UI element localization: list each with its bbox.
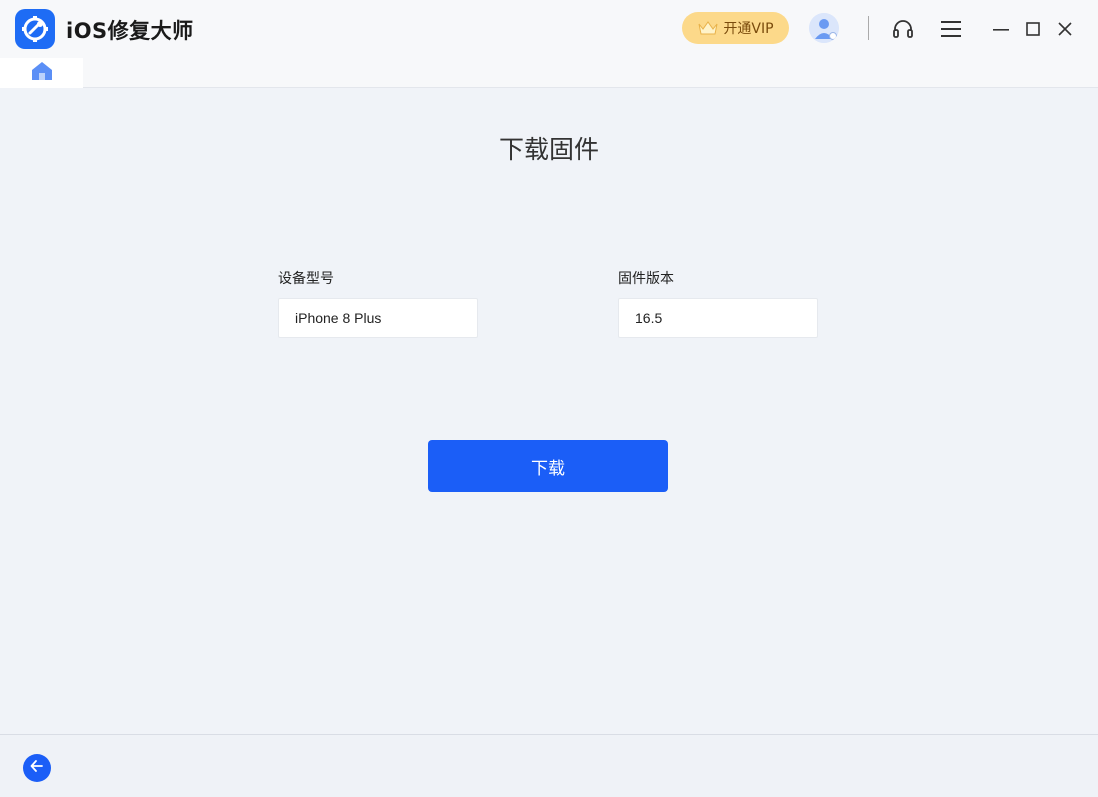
headset-icon[interactable] bbox=[890, 16, 916, 42]
firmware-version-field[interactable]: 16.5 bbox=[618, 298, 818, 338]
footer-bar bbox=[0, 734, 1098, 797]
tab-strip bbox=[0, 58, 1098, 88]
open-vip-button[interactable]: 开通VIP bbox=[682, 12, 789, 44]
device-model-label: 设备型号 bbox=[278, 271, 334, 287]
firmware-version-label: 固件版本 bbox=[618, 271, 674, 287]
download-button-label: 下载 bbox=[531, 458, 565, 479]
app-title: iOS修复大师 bbox=[66, 19, 194, 43]
device-model-value: iPhone 8 Plus bbox=[295, 310, 382, 326]
download-button[interactable]: 下载 bbox=[428, 440, 668, 492]
page-title: 下载固件 bbox=[498, 135, 599, 164]
tab-home[interactable] bbox=[0, 58, 83, 88]
hamburger-menu-icon[interactable] bbox=[938, 16, 964, 42]
vip-label: 开通VIP bbox=[723, 21, 774, 37]
title-bar: iOS修复大师 开通VIP bbox=[0, 0, 1098, 58]
device-model-field[interactable]: iPhone 8 Plus bbox=[278, 298, 478, 338]
back-button[interactable] bbox=[23, 754, 51, 782]
close-icon[interactable] bbox=[1052, 16, 1078, 42]
maximize-icon[interactable] bbox=[1020, 16, 1046, 42]
titlebar-divider bbox=[868, 16, 869, 40]
firmware-version-value: 16.5 bbox=[635, 310, 663, 326]
user-avatar-icon[interactable] bbox=[809, 13, 839, 43]
crown-icon bbox=[697, 19, 719, 37]
main-panel: 下载固件 设备型号 iPhone 8 Plus 固件版本 16.5 下载 bbox=[0, 88, 1098, 734]
minimize-icon[interactable] bbox=[988, 16, 1014, 42]
wrench-gear-icon bbox=[15, 9, 55, 49]
arrow-left-icon bbox=[29, 758, 45, 778]
home-icon bbox=[31, 61, 53, 85]
app-window: iOS修复大师 开通VIP 下载固件 设备型号 iPhone 8 Plus 固件… bbox=[0, 0, 1098, 797]
